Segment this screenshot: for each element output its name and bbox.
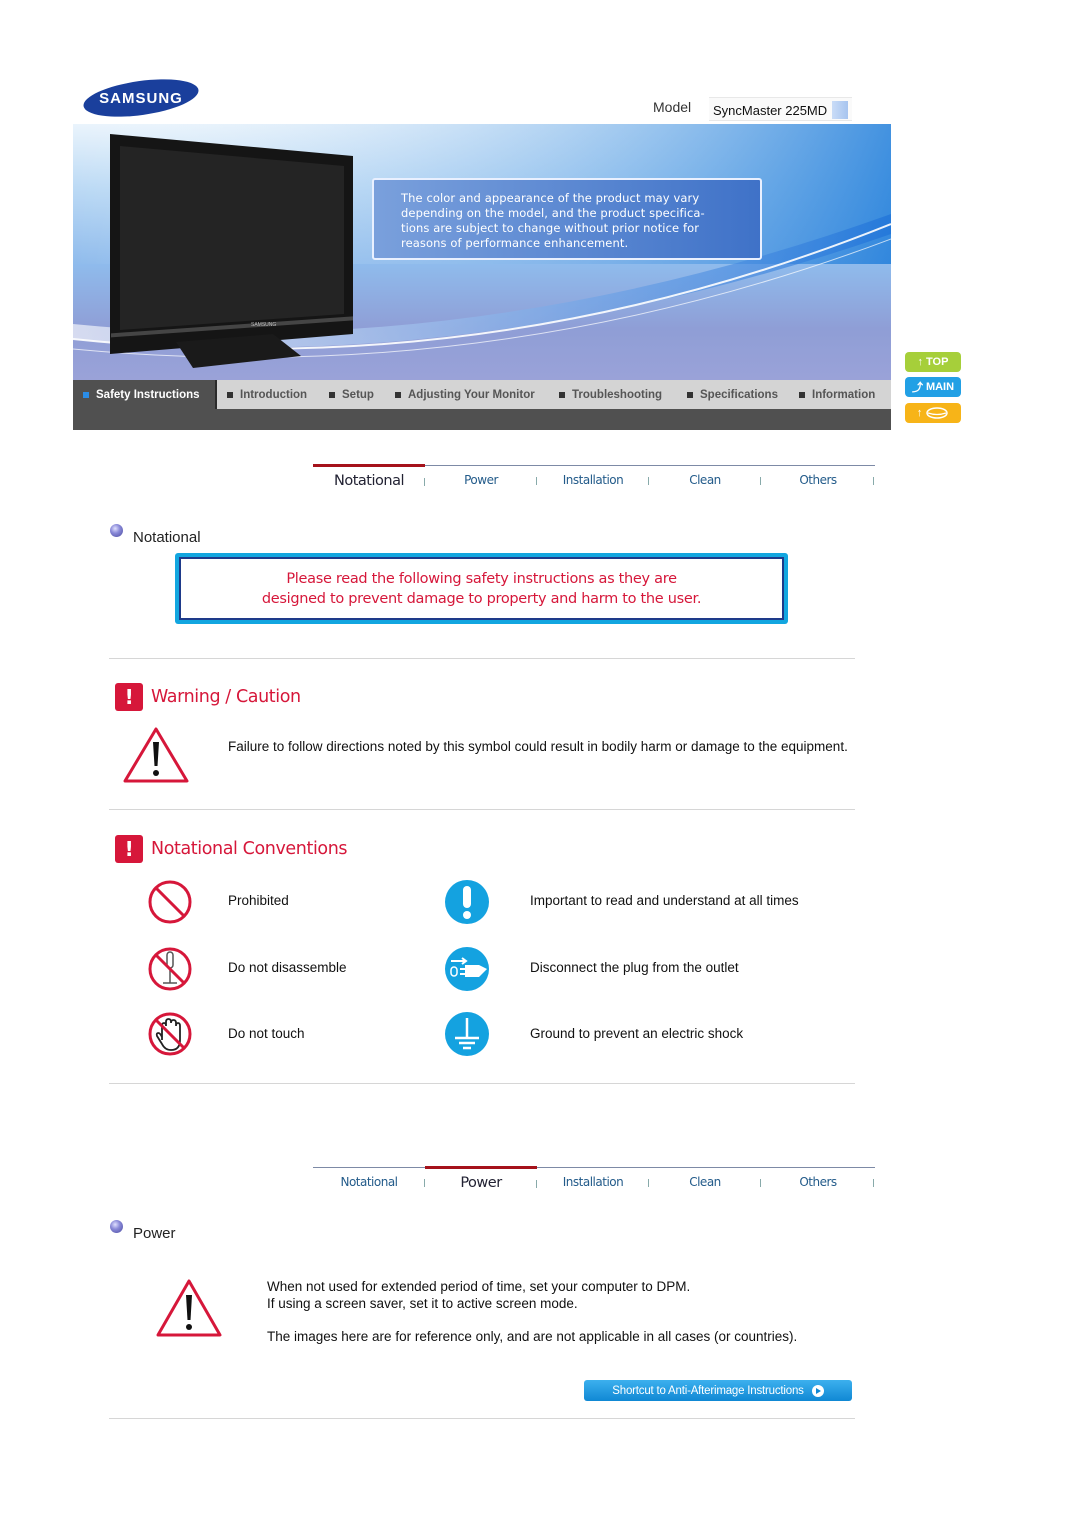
- divider: [109, 809, 855, 810]
- monitor-image: SAMSUNG: [110, 134, 353, 368]
- callout-line: Please read the following safety instruc…: [286, 570, 677, 587]
- product-banner: SAMSUNG The color and appearance of the …: [73, 124, 891, 380]
- language-button[interactable]: ↑: [905, 403, 961, 423]
- warning-caution-heading: ! Warning / Caution: [115, 683, 301, 711]
- model-name: SyncMaster 225MD: [713, 102, 828, 118]
- bullet-icon: [395, 391, 401, 398]
- monitor-brand: SAMSUNG: [251, 322, 276, 328]
- notice-line: reasons of performance enhancement.: [401, 236, 629, 250]
- play-icon: [811, 1384, 824, 1397]
- tab-installation[interactable]: Installation: [537, 1168, 649, 1196]
- tab-others[interactable]: Others: [762, 1168, 874, 1196]
- bullet-icon: [110, 524, 123, 537]
- ground-icon: [445, 1012, 489, 1056]
- arrow-turn-icon: ⤴: [911, 382, 923, 394]
- tab-clean[interactable]: Clean: [649, 466, 761, 494]
- section-heading-notational: Notational: [110, 524, 201, 546]
- power-line: When not used for extended period of tim…: [267, 1279, 691, 1294]
- main-button[interactable]: ⤴ MAIN: [905, 377, 961, 397]
- convention-label: Ground to prevent an electric shock: [530, 1026, 744, 1041]
- divider: [109, 1083, 855, 1084]
- exclamation-icon: !: [115, 835, 143, 863]
- power-instructions: When not used for extended period of tim…: [267, 1278, 847, 1312]
- model-value: SyncMaster 225MD: [709, 97, 853, 121]
- tab-clean[interactable]: Clean: [649, 1168, 761, 1196]
- divider: [109, 658, 855, 659]
- section-tabs: Notational Power Installation Clean Othe…: [313, 464, 875, 496]
- warning-description: Failure to follow directions noted by th…: [228, 739, 848, 754]
- bullet-icon: [110, 1220, 123, 1233]
- brand-text: SAMSUNG: [99, 90, 183, 107]
- safety-callout: Please read the following safety instruc…: [175, 553, 788, 624]
- warning-triangle-icon: [123, 727, 189, 783]
- tab-installation[interactable]: Installation: [537, 466, 649, 494]
- warning-triangle-icon: [156, 1279, 222, 1337]
- top-button[interactable]: ↑ TOP: [905, 352, 961, 372]
- arrow-up-icon: ↑: [916, 407, 923, 419]
- tab-power[interactable]: Power: [425, 1166, 537, 1197]
- bullet-icon: [329, 391, 335, 398]
- section-heading-power: Power: [110, 1220, 176, 1242]
- nav-setup[interactable]: Setup: [329, 380, 374, 409]
- power-line: If using a screen saver, set it to activ…: [267, 1296, 578, 1311]
- model-swatch: [832, 101, 849, 119]
- disconnect-plug-icon: [445, 947, 489, 991]
- convention-label: Prohibited: [228, 893, 289, 908]
- notice-line: depending on the model, and the product …: [401, 206, 705, 220]
- product-notice: The color and appearance of the product …: [372, 178, 762, 260]
- notice-line: The color and appearance of the product …: [401, 191, 700, 205]
- sub-nav-bar: [73, 409, 891, 430]
- callout-line: designed to prevent damage to property a…: [261, 590, 702, 607]
- anti-afterimage-shortcut-button[interactable]: Shortcut to Anti-Afterimage Instructions: [584, 1380, 852, 1401]
- bullet-icon: [559, 391, 565, 398]
- convention-label: Disconnect the plug from the outlet: [530, 960, 739, 975]
- samsung-logo: SAMSUNG: [82, 78, 200, 118]
- bullet-icon: [799, 391, 805, 398]
- model-label: Model: [653, 99, 692, 115]
- prohibited-icon: [148, 880, 192, 924]
- bullet-icon: [83, 391, 89, 398]
- divider: [109, 1418, 855, 1419]
- main-nav: Safety Instructions Introduction Setup A…: [73, 380, 891, 409]
- do-not-disassemble-icon: [148, 947, 192, 991]
- reference-note: The images here are for reference only, …: [267, 1329, 798, 1344]
- convention-label: Important to read and understand at all …: [530, 893, 799, 908]
- tab-power[interactable]: Power: [425, 466, 537, 494]
- lips-icon: [926, 407, 948, 419]
- exclamation-icon: !: [115, 683, 143, 711]
- nav-introduction[interactable]: Introduction: [227, 380, 307, 409]
- convention-label: Do not touch: [228, 1026, 305, 1041]
- bullet-icon: [687, 391, 693, 398]
- section-tabs: Notational Power Installation Clean Othe…: [313, 1166, 875, 1198]
- important-icon: [445, 880, 489, 924]
- tab-others[interactable]: Others: [762, 466, 874, 494]
- do-not-touch-icon: [148, 1012, 192, 1056]
- nav-adjusting-your-monitor[interactable]: Adjusting Your Monitor: [395, 380, 535, 409]
- nav-safety-instructions[interactable]: Safety Instructions: [73, 380, 217, 409]
- arrow-up-icon: ↑: [917, 356, 924, 368]
- bullet-icon: [227, 391, 233, 398]
- tab-notational[interactable]: Notational: [313, 464, 425, 495]
- convention-label: Do not disassemble: [228, 960, 347, 975]
- nav-information[interactable]: Information: [799, 380, 875, 409]
- notice-line: tions are subject to change without prio…: [401, 221, 700, 235]
- nav-troubleshooting[interactable]: Troubleshooting: [559, 380, 662, 409]
- nav-specifications[interactable]: Specifications: [687, 380, 778, 409]
- notational-conventions-heading: ! Notational Conventions: [115, 835, 348, 863]
- tab-notational[interactable]: Notational: [313, 1168, 425, 1196]
